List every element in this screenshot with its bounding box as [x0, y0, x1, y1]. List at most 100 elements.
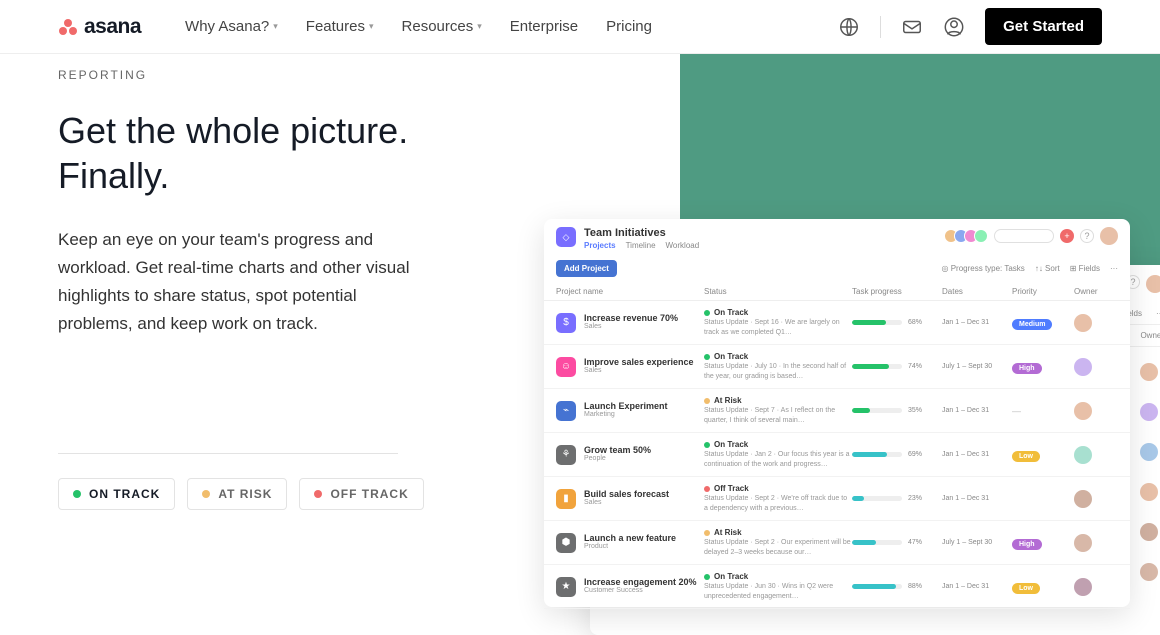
view-tabs: Projects Timeline Workload	[584, 241, 699, 250]
project-team: Sales	[584, 499, 669, 506]
nav-item-features[interactable]: Features▾	[306, 18, 374, 35]
owner-avatar[interactable]	[1074, 402, 1092, 420]
project-team: People	[584, 455, 651, 462]
more-icon[interactable]: ···	[1156, 309, 1160, 318]
progress-percent: 68%	[908, 319, 922, 326]
owner-avatar[interactable]	[1074, 446, 1092, 464]
project-icon: ⚘	[556, 445, 576, 465]
search-input[interactable]	[994, 229, 1054, 243]
tab-timeline[interactable]: Timeline	[626, 241, 656, 250]
get-started-button[interactable]: Get Started	[985, 8, 1102, 45]
priority-badge: High	[1012, 362, 1074, 372]
status-dot-icon	[704, 398, 710, 404]
table-row[interactable]: ☺Improve sales experienceSalesOn TrackSt…	[544, 345, 1130, 389]
owner-avatar[interactable]	[1074, 358, 1092, 376]
date-range: Jan 1 – Dec 31	[942, 583, 1012, 590]
avatar	[1140, 443, 1158, 461]
progress-bar	[852, 320, 902, 325]
priority-badge: Medium	[1012, 318, 1074, 328]
table-row[interactable]: ⬢Launch a new featureProductAt RiskStatu…	[544, 521, 1130, 565]
project-icon: ★	[556, 577, 576, 597]
owner-avatar[interactable]	[1074, 314, 1092, 332]
progress-bar	[852, 408, 902, 413]
toolbar: Add Project ◎ Progress type: Tasks ↑↓ So…	[544, 254, 1130, 283]
avatar	[1140, 403, 1158, 421]
project-name: Improve sales experience	[584, 357, 694, 367]
project-team: Sales	[584, 367, 694, 374]
nav-item-enterprise[interactable]: Enterprise	[510, 18, 578, 35]
brand-logo[interactable]: asana	[58, 15, 141, 39]
more-icon[interactable]: ···	[1110, 264, 1118, 273]
status-dot-icon	[704, 530, 710, 536]
table-row[interactable]: ⌁Launch ExperimentMarketingAt RiskStatus…	[544, 389, 1130, 433]
mail-icon[interactable]	[901, 16, 923, 38]
owner-avatar[interactable]	[1074, 534, 1092, 552]
avatar[interactable]	[1100, 227, 1118, 245]
member-avatars[interactable]	[948, 229, 988, 243]
nav-links: Why Asana?▾ Features▾ Resources▾ Enterprise…	[185, 18, 652, 35]
pill-off-track[interactable]: OFF TRACK	[299, 478, 423, 510]
table-row[interactable]: ⚘Grow team 50%PeopleOn TrackStatus Updat…	[544, 433, 1130, 477]
col-owner[interactable]: Owner	[1074, 287, 1114, 296]
top-nav: asana Why Asana?▾ Features▾ Resources▾ Ente…	[0, 0, 1160, 54]
help-icon[interactable]: ?	[1080, 229, 1094, 243]
nav-divider	[880, 16, 881, 38]
chevron-down-icon: ▾	[369, 21, 374, 32]
tab-projects[interactable]: Projects	[584, 241, 616, 250]
avatar	[1140, 563, 1158, 581]
table-row[interactable]: ★Increase engagement 20%Customer Success…	[544, 565, 1130, 609]
owner-avatar[interactable]	[1074, 578, 1092, 596]
tab-workload[interactable]: Workload	[666, 241, 700, 250]
col-progress[interactable]: Task progress	[852, 287, 942, 296]
nav-item-pricing[interactable]: Pricing	[606, 18, 652, 35]
project-team: Sales	[584, 323, 678, 330]
priority-badge: High	[1012, 538, 1074, 548]
date-range: Jan 1 – Dec 31	[942, 319, 1012, 326]
project-icon: ▮	[556, 489, 576, 509]
status-label: On Track	[714, 440, 748, 449]
fields-button[interactable]: ⊞ Fields	[1070, 264, 1100, 273]
progress-percent: 23%	[908, 495, 922, 502]
col-project-name[interactable]: Project name	[556, 287, 704, 296]
nav-item-resources[interactable]: Resources▾	[402, 18, 482, 35]
project-team: Product	[584, 543, 676, 550]
status-label: At Risk	[714, 396, 742, 405]
owner-avatar[interactable]	[1074, 490, 1092, 508]
project-icon: $	[556, 313, 576, 333]
table-row[interactable]: ▮Build sales forecastSalesOff TrackStatu…	[544, 477, 1130, 521]
progress-bar	[852, 496, 902, 501]
status-note: Status Update · Sept 7 · As I reflect on…	[704, 406, 852, 424]
user-icon[interactable]	[943, 16, 965, 38]
owner-column: Owner	[1140, 331, 1160, 340]
project-name: Launch Experiment	[584, 401, 668, 411]
project-team: Customer Success	[584, 587, 697, 594]
progress-type-toggle[interactable]: ◎ Progress type: Tasks	[942, 264, 1025, 273]
status-dot-icon	[704, 574, 710, 580]
avatar[interactable]	[974, 229, 988, 243]
pill-on-track[interactable]: ON TRACK	[58, 478, 175, 510]
status-label: On Track	[714, 352, 748, 361]
project-name: Increase revenue 70%	[584, 313, 678, 323]
col-priority[interactable]: Priority	[1012, 287, 1074, 296]
chevron-down-icon: ▾	[273, 21, 278, 32]
globe-icon[interactable]	[838, 16, 860, 38]
progress-bar	[852, 584, 902, 589]
col-dates[interactable]: Dates	[942, 287, 1012, 296]
avatar[interactable]	[1146, 275, 1160, 293]
headline-line-1: Get the whole picture.	[58, 110, 408, 151]
nav-item-why-asana-[interactable]: Why Asana?▾	[185, 18, 278, 35]
progress-bar	[852, 540, 902, 545]
status-note: Status Update · Sept 2 · We're off track…	[704, 494, 852, 512]
sort-button[interactable]: ↑↓ Sort	[1035, 264, 1060, 273]
priority-badge: Low	[1012, 450, 1074, 460]
col-status[interactable]: Status	[704, 287, 852, 296]
headline-line-2: Finally.	[58, 155, 169, 196]
app-window-front: ◇ Team Initiatives ProjectsTimelineWorkl…	[544, 219, 1130, 607]
table-row[interactable]: $Increase revenue 70%SalesOn TrackStatus…	[544, 301, 1130, 345]
status-dot-icon	[314, 490, 322, 498]
pill-at-risk[interactable]: AT RISK	[187, 478, 287, 510]
progress-bar	[852, 364, 902, 369]
add-project-button[interactable]: Add Project	[556, 260, 617, 277]
add-icon[interactable]: +	[1060, 229, 1074, 243]
status-label: At Risk	[714, 528, 742, 537]
